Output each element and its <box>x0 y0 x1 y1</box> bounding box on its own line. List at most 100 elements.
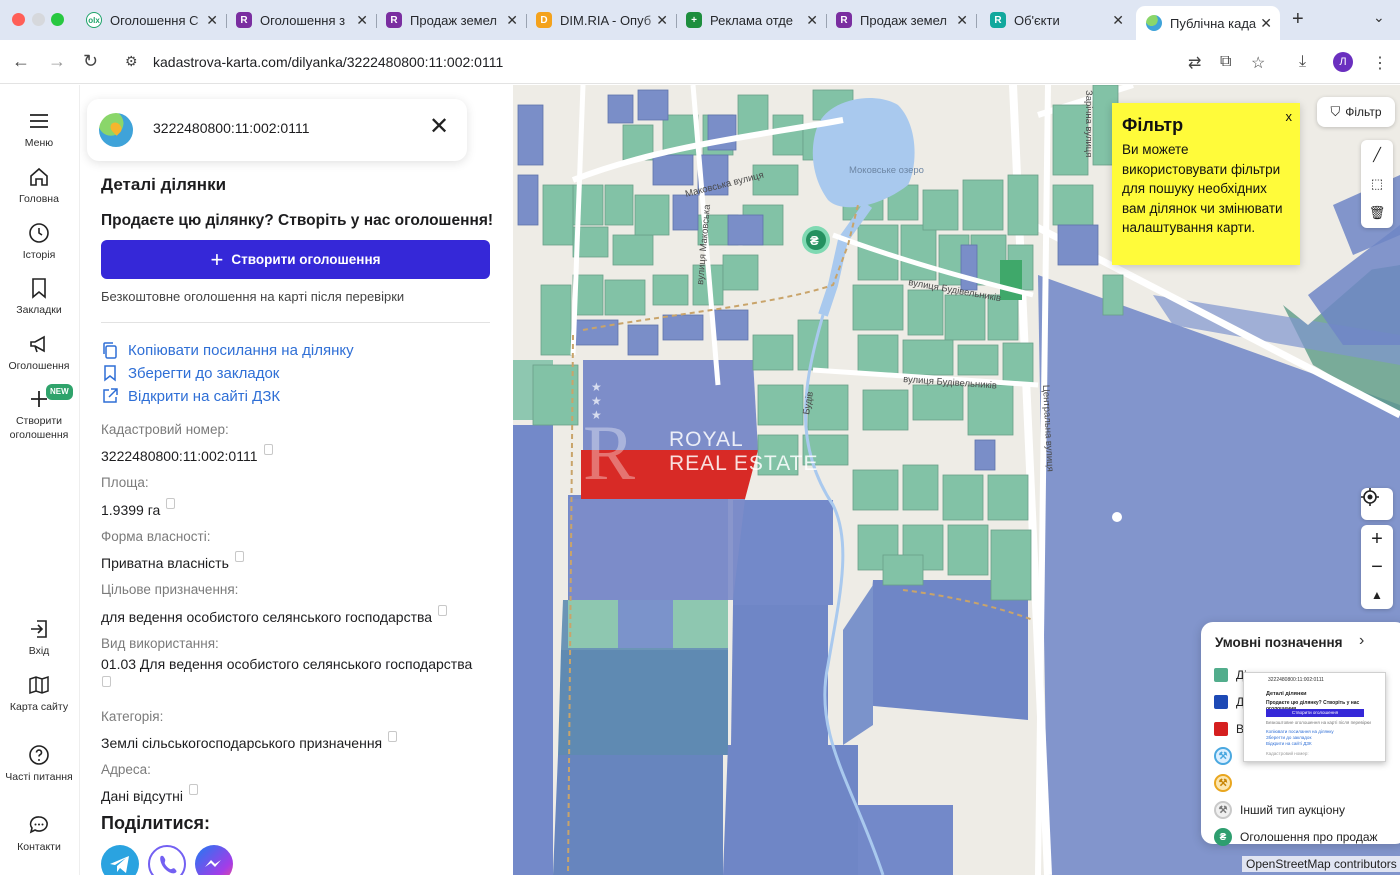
site-info-icon[interactable]: ⚙ <box>125 53 138 70</box>
window-close-button[interactable] <box>12 13 25 26</box>
hryvnia-marker-text[interactable]: ₴ <box>810 233 819 248</box>
screenshot-thumbnail[interactable]: 3222480800:11:002:0111 Деталі ділянки Пр… <box>1243 672 1386 762</box>
window-zoom-button[interactable] <box>51 13 64 26</box>
url-text[interactable]: kadastrova-karta.com/dilyanka/3222480800… <box>153 54 503 70</box>
rail-item-history[interactable]: Історія <box>0 222 78 262</box>
save-bookmark-button[interactable]: Зберегти до закладок <box>101 364 279 382</box>
tab-close-icon[interactable]: ✕ <box>656 12 668 29</box>
purpose-value: для ведення особистого селянського госпо… <box>101 605 448 625</box>
telegram-plane-glyph <box>110 856 129 873</box>
locate-me-button[interactable] <box>1361 488 1393 520</box>
copy-icon[interactable] <box>263 444 273 455</box>
browser-tab[interactable]: R Продаж земел ✕ <box>376 6 526 34</box>
new-tab-button[interactable]: + <box>1292 8 1304 31</box>
browser-tab-bar: olx Оголошення С ✕ R Оголошення з ✕ R Прод… <box>0 0 1400 40</box>
browser-tab[interactable]: R Продаж земел ✕ <box>826 6 976 34</box>
create-listing-button[interactable]: + Створити оголошення <box>101 240 490 279</box>
auction-icon: ⚒ <box>1214 774 1232 792</box>
tab-separator <box>976 14 977 28</box>
parcel-search-input[interactable]: 3222480800:11:002:0111 <box>153 120 310 136</box>
rail-item-menu[interactable]: Меню <box>0 110 78 150</box>
purpose-label: Цільове призначення: <box>101 582 239 597</box>
tab-favicon <box>1146 15 1162 31</box>
bookmark-star-icon[interactable]: ☆ <box>1251 53 1265 73</box>
plus-icon: + <box>210 246 224 272</box>
messenger-icon[interactable] <box>195 845 233 875</box>
chevron-right-icon[interactable]: › <box>1359 632 1364 650</box>
rail-item-faq[interactable]: Часті питання <box>0 744 78 784</box>
copy-icon[interactable] <box>234 551 244 562</box>
address-bar[interactable]: ⚙ kadastrova-karta.com/dilyanka/32224808… <box>115 46 1225 78</box>
tab-close-icon[interactable]: ✕ <box>1112 12 1124 29</box>
translate-icon[interactable]: ⇄ <box>1188 53 1201 73</box>
copy-icon[interactable] <box>102 676 111 687</box>
copy-icon[interactable] <box>166 498 176 509</box>
reload-icon[interactable]: ↻ <box>83 51 98 72</box>
crosshair-icon <box>1361 488 1379 506</box>
filter-tooltip-close-button[interactable]: x <box>1286 109 1293 124</box>
rail-item-bookmarks[interactable]: Закладки <box>0 277 78 317</box>
hryvnia-icon: ₴ <box>1214 828 1232 846</box>
tab-search-icon[interactable]: ⌄ <box>1373 9 1385 26</box>
rail-item-login[interactable]: Вхід <box>0 618 78 658</box>
browser-tab-active[interactable]: Публічна када ✕ <box>1136 6 1280 40</box>
legend-item: ₴ Оголошення про продаж <box>1214 828 1378 846</box>
tab-favicon: R <box>990 12 1006 28</box>
copy-icon[interactable] <box>438 605 448 616</box>
browser-tab[interactable]: + Реклама отде ✕ <box>676 6 826 34</box>
rail-item-listings[interactable]: Оголошення <box>0 333 78 373</box>
tab-favicon: R <box>836 12 852 28</box>
rail-item-contacts[interactable]: Контакти <box>0 814 78 854</box>
legend-swatch <box>1214 668 1228 682</box>
address-value: Дані відсутні <box>101 784 198 804</box>
profile-avatar[interactable]: Л <box>1333 52 1353 72</box>
browser-tab[interactable]: R Оголошення з ✕ <box>226 6 376 34</box>
tab-close-icon[interactable]: ✕ <box>956 12 968 29</box>
close-icon[interactable]: ✕ <box>429 115 449 139</box>
window-minimize-button[interactable] <box>32 13 45 26</box>
tab-close-icon[interactable]: ✕ <box>806 12 818 29</box>
compass-icon[interactable]: ▲ <box>1361 581 1393 609</box>
rail-item-home[interactable]: Головна <box>0 166 78 206</box>
draw-polygon-icon[interactable]: ⬚ <box>1361 169 1393 198</box>
tab-close-icon[interactable]: ✕ <box>356 12 368 29</box>
rail-item-create-listing[interactable]: NEW Створити оголошення <box>0 384 78 442</box>
street-label: Зарічна вулиця <box>1083 90 1094 157</box>
cadastral-map[interactable]: ₴ Маковська вулиця вулиця Маковська вули… <box>513 85 1400 875</box>
page-title: Деталі ділянки <box>101 175 227 194</box>
forward-icon[interactable]: → <box>48 51 66 72</box>
rail-item-sitemap[interactable]: Карта сайту <box>0 674 78 714</box>
map-icon <box>29 675 49 695</box>
download-icon[interactable]: ⤓ <box>1299 53 1306 71</box>
zoom-in-button[interactable]: + <box>1361 525 1393 553</box>
browser-tab[interactable]: olx Оголошення С ✕ <box>76 6 226 34</box>
question-icon <box>29 745 49 765</box>
tab-close-icon[interactable]: ✕ <box>1260 15 1272 32</box>
draw-line-icon[interactable]: ╱ <box>1361 140 1393 169</box>
category-label: Категорія: <box>101 709 164 724</box>
legend-item: Д <box>1214 695 1244 709</box>
telegram-icon[interactable] <box>101 845 139 875</box>
back-icon[interactable]: ← <box>12 51 30 72</box>
zoom-out-button[interactable]: − <box>1361 553 1393 581</box>
tab-close-icon[interactable]: ✕ <box>506 12 518 29</box>
copy-icon[interactable] <box>388 731 398 742</box>
map-attribution[interactable]: OpenStreetMap contributors <box>1242 856 1400 872</box>
browser-tab[interactable]: D DIM.RIA - Опуб ✕ <box>526 6 676 34</box>
tab-favicon: R <box>236 12 252 28</box>
trash-icon[interactable]: 🗑 <box>1361 198 1393 227</box>
home-icon <box>30 167 48 186</box>
viber-icon[interactable] <box>148 845 186 875</box>
login-icon <box>31 620 47 638</box>
open-dzk-link[interactable]: Відкрити на сайті ДЗК <box>101 387 280 405</box>
copy-icon[interactable] <box>188 784 198 795</box>
browser-tab[interactable]: R Об'єкти ✕ <box>980 6 1132 34</box>
tab-close-icon[interactable]: ✕ <box>206 12 218 29</box>
browser-menu-icon[interactable]: ⋮ <box>1372 53 1388 73</box>
install-app-icon[interactable]: ⧉ <box>1220 53 1231 71</box>
bookmark-icon <box>104 365 116 382</box>
filter-button[interactable]: ⛉ Фільтр <box>1317 97 1395 127</box>
copy-link-button[interactable]: Копіювати посилання на ділянку <box>101 341 354 359</box>
draw-tools: ╱ ⬚ 🗑 <box>1361 140 1393 228</box>
funnel-icon: ⛉ <box>1330 104 1341 119</box>
